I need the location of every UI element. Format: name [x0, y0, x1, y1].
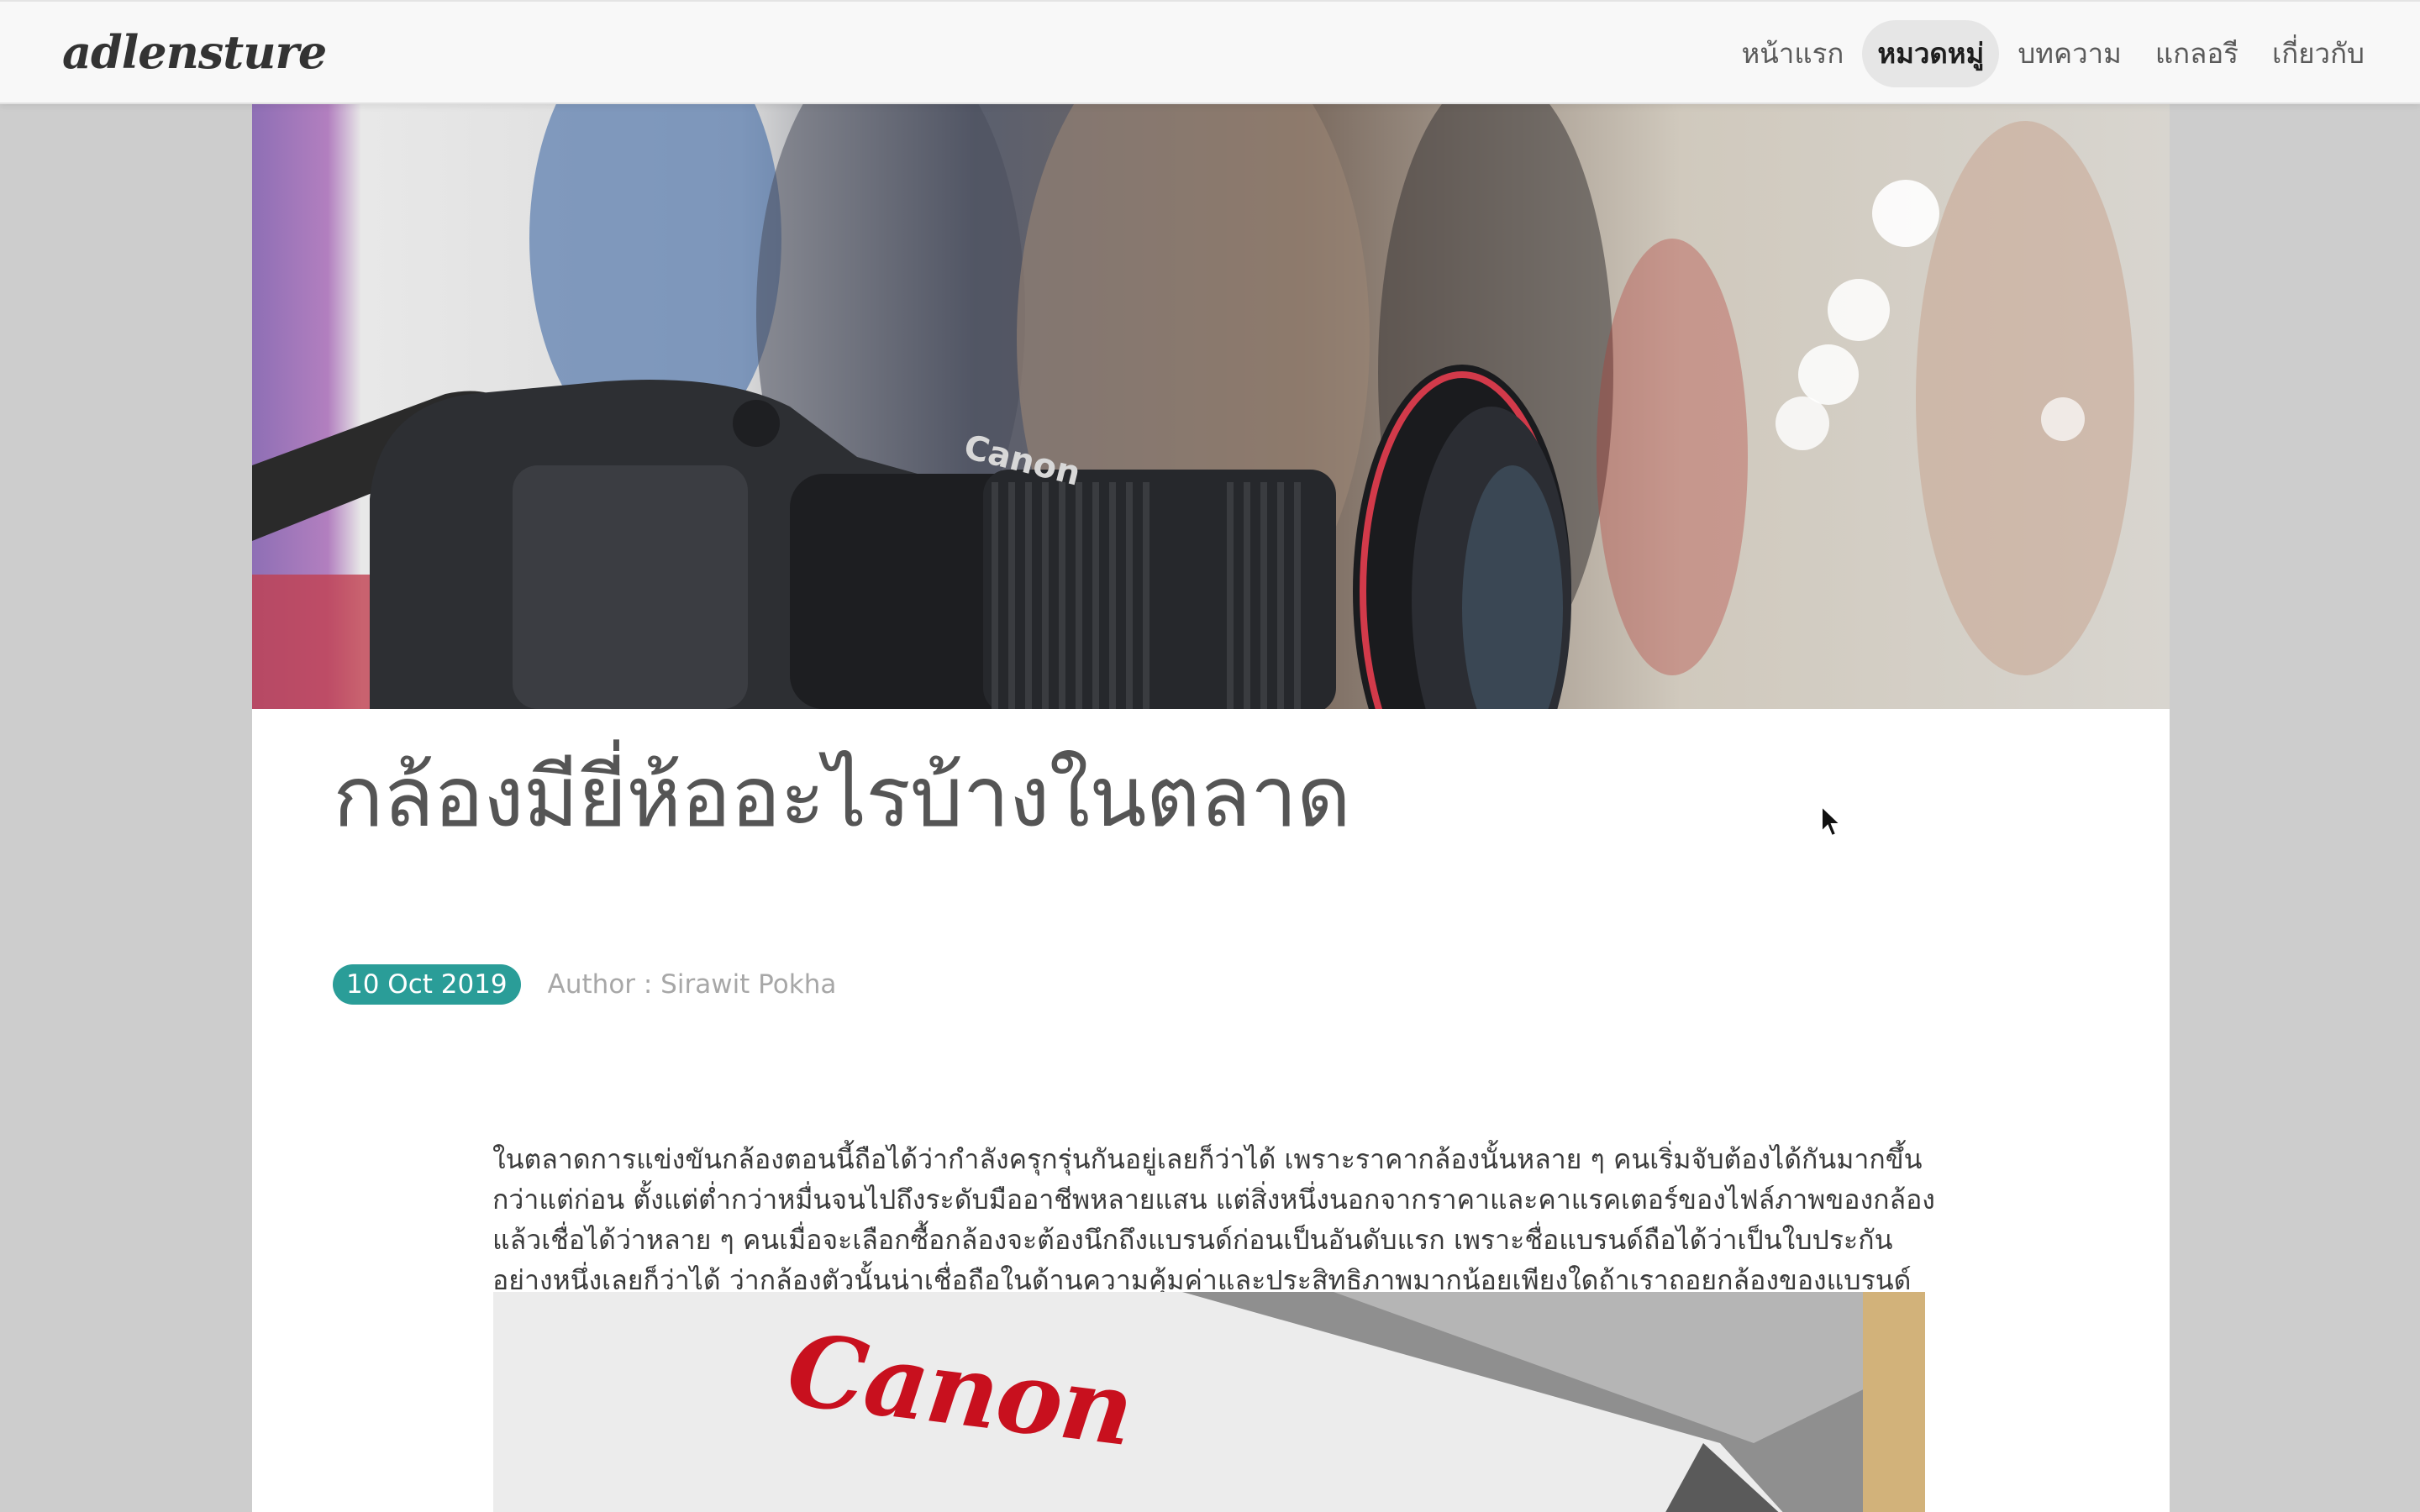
article-meta: 10 Oct 2019 Author : Sirawit Pokha [333, 964, 836, 1005]
canon-store-image: Canon [493, 1292, 1925, 1512]
article-card: Canon กล้องมียี่ห้ออะไรบ้างในตลาด 10 Oct… [252, 104, 2170, 1512]
mouse-cursor-icon [1821, 805, 1842, 837]
nav-link-gallery[interactable]: แกลอรี [2140, 20, 2254, 87]
nav-link-articles[interactable]: บทความ [2002, 20, 2137, 87]
date-badge: 10 Oct 2019 [333, 964, 521, 1005]
nav-link-home[interactable]: หน้าแรก [1727, 20, 1860, 87]
nav-link-about[interactable]: เกี่ยวกับ [2257, 20, 2380, 87]
camera-photo-illustration: Canon [252, 104, 2134, 709]
main-nav: หน้าแรก หมวดหมู่ บทความ แกลอรี เกี่ยวกับ [1727, 20, 2381, 87]
hero-image: Canon [252, 104, 2170, 709]
nav-link-categories[interactable]: หมวดหมู่ [1862, 20, 2000, 87]
site-logo[interactable]: adlensture [62, 25, 327, 79]
canon-store-illustration [493, 1292, 1925, 1512]
top-navbar: adlensture หน้าแรก หมวดหมู่ บทความ แกลอร… [0, 0, 2420, 104]
article-title: กล้องมียี่ห้ออะไรบ้างในตลาด [333, 748, 1351, 846]
author-label: Author : Sirawit Pokha [547, 969, 837, 1000]
